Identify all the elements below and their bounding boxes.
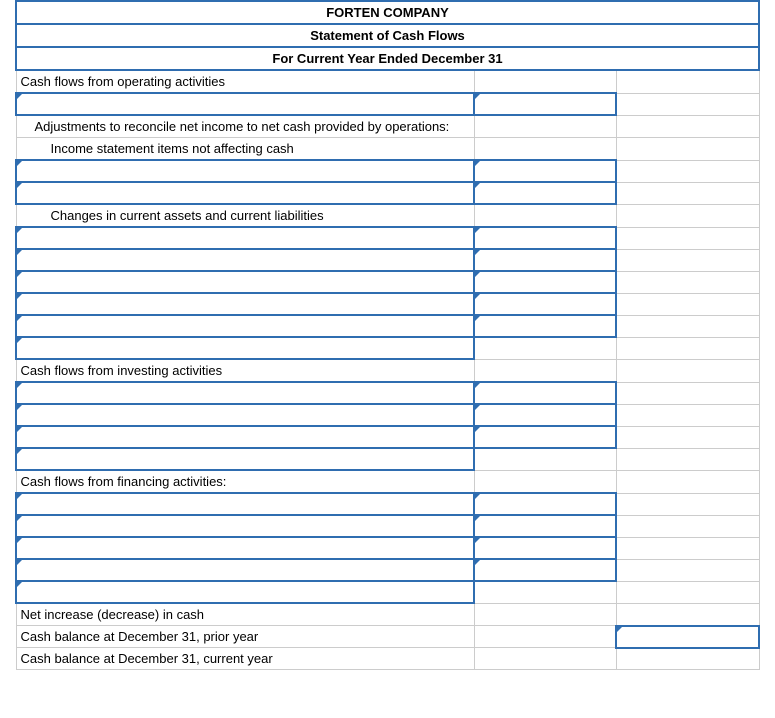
- cell: [616, 404, 759, 426]
- cell: [616, 271, 759, 293]
- cell: [616, 382, 759, 404]
- input-cell[interactable]: [616, 626, 759, 648]
- statement-period: For Current Year Ended December 31: [16, 47, 759, 70]
- input-cell[interactable]: [16, 515, 474, 537]
- cell: [616, 603, 759, 626]
- input-cell[interactable]: [474, 404, 616, 426]
- section-operating: Cash flows from operating activities: [16, 70, 474, 93]
- input-cell[interactable]: [474, 160, 616, 182]
- input-cell[interactable]: [16, 448, 474, 470]
- input-cell[interactable]: [16, 182, 474, 204]
- input-cell[interactable]: [474, 93, 616, 115]
- cell: [616, 249, 759, 271]
- input-cell[interactable]: [474, 182, 616, 204]
- section-investing: Cash flows from investing activities: [16, 359, 474, 382]
- input-cell[interactable]: [16, 160, 474, 182]
- cell: [616, 426, 759, 448]
- input-cell[interactable]: [16, 559, 474, 581]
- cell: [616, 448, 759, 470]
- cell: [616, 559, 759, 581]
- input-cell[interactable]: [474, 271, 616, 293]
- cell: [616, 337, 759, 359]
- cell: [616, 470, 759, 493]
- cell: [616, 359, 759, 382]
- input-cell[interactable]: [474, 493, 616, 515]
- cell: [474, 138, 616, 161]
- cell: [616, 293, 759, 315]
- cell: [616, 160, 759, 182]
- input-cell[interactable]: [16, 227, 474, 249]
- input-cell[interactable]: [16, 537, 474, 559]
- cell: [616, 227, 759, 249]
- cell: [616, 182, 759, 204]
- input-cell[interactable]: [474, 426, 616, 448]
- cell: [474, 337, 616, 359]
- cell: [474, 359, 616, 382]
- input-cell[interactable]: [474, 559, 616, 581]
- cell: [474, 70, 616, 93]
- cell: [474, 626, 616, 648]
- cell: [474, 603, 616, 626]
- input-cell[interactable]: [474, 249, 616, 271]
- input-cell[interactable]: [474, 315, 616, 337]
- statement-title: Statement of Cash Flows: [16, 24, 759, 47]
- cell: [474, 448, 616, 470]
- cell: [616, 70, 759, 93]
- label-net-increase: Net increase (decrease) in cash: [16, 603, 474, 626]
- cell: [616, 581, 759, 603]
- cell: [616, 648, 759, 670]
- cell: [474, 648, 616, 670]
- input-cell[interactable]: [474, 293, 616, 315]
- cell: [616, 515, 759, 537]
- label-changes: Changes in current assets and current li…: [16, 204, 474, 227]
- cell: [616, 493, 759, 515]
- cell: [616, 537, 759, 559]
- label-current-balance: Cash balance at December 31, current yea…: [16, 648, 474, 670]
- cell: [616, 315, 759, 337]
- cell: [616, 204, 759, 227]
- input-cell[interactable]: [16, 293, 474, 315]
- cell: [474, 470, 616, 493]
- input-cell[interactable]: [16, 404, 474, 426]
- input-cell[interactable]: [16, 271, 474, 293]
- cell: [474, 115, 616, 138]
- input-cell[interactable]: [16, 493, 474, 515]
- input-cell[interactable]: [474, 382, 616, 404]
- input-cell[interactable]: [16, 426, 474, 448]
- section-financing: Cash flows from financing activities:: [16, 470, 474, 493]
- cell: [474, 581, 616, 603]
- label-prior-balance: Cash balance at December 31, prior year: [16, 626, 474, 648]
- cell: [616, 138, 759, 161]
- input-cell[interactable]: [16, 337, 474, 359]
- input-cell[interactable]: [474, 537, 616, 559]
- input-cell[interactable]: [474, 227, 616, 249]
- label-nocash: Income statement items not affecting cas…: [16, 138, 474, 161]
- company-name: FORTEN COMPANY: [16, 1, 759, 24]
- input-cell[interactable]: [16, 581, 474, 603]
- input-cell[interactable]: [474, 515, 616, 537]
- cell: [474, 204, 616, 227]
- cell: [616, 115, 759, 138]
- input-cell[interactable]: [16, 249, 474, 271]
- input-cell[interactable]: [16, 382, 474, 404]
- input-cell[interactable]: [16, 93, 474, 115]
- cell: [616, 93, 759, 115]
- input-cell[interactable]: [16, 315, 474, 337]
- label-adjustments: Adjustments to reconcile net income to n…: [16, 115, 474, 138]
